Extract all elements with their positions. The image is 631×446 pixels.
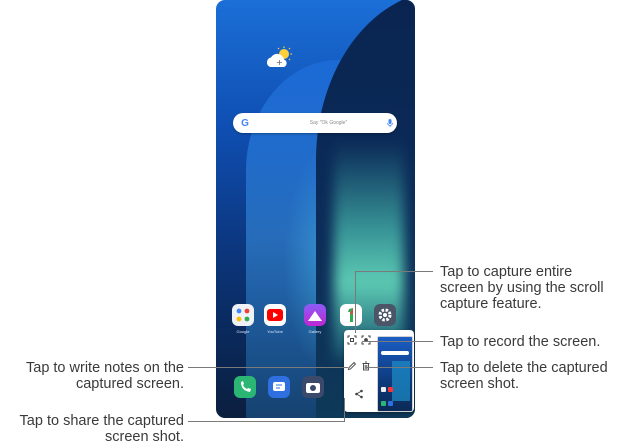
callout-line-scroll-capture bbox=[355, 271, 433, 272]
callout-write-notes: Tap to write notes on the captured scree… bbox=[8, 360, 184, 392]
delete-icon[interactable] bbox=[360, 360, 372, 372]
callout-record: Tap to record the screen. bbox=[440, 334, 601, 350]
app-label-google: Google bbox=[236, 329, 250, 334]
callout-scroll-capture-line1: Tap to capture entire bbox=[440, 264, 573, 280]
share-icon[interactable] bbox=[353, 388, 365, 400]
app-label-youtube: YouTube bbox=[267, 329, 283, 334]
phone-screen: + G Say "Ok Google" Google YouTube Galle… bbox=[216, 0, 415, 418]
callout-line-share bbox=[188, 421, 344, 422]
scroll-capture-icon[interactable] bbox=[346, 334, 358, 346]
app-youtube[interactable] bbox=[264, 304, 286, 326]
callout-delete-line2: screen shot. bbox=[440, 376, 519, 392]
app-settings[interactable] bbox=[374, 304, 396, 326]
edit-icon[interactable] bbox=[346, 360, 358, 372]
callout-line-record bbox=[362, 341, 433, 342]
callout-delete: Tap to delete the captured screen shot. bbox=[440, 360, 608, 392]
app-gallery[interactable] bbox=[304, 304, 326, 326]
callout-share-line1: Tap to share the captured bbox=[19, 413, 184, 429]
app-google-folder[interactable] bbox=[232, 304, 254, 326]
callout-write-notes-line1: Tap to write notes on the bbox=[26, 360, 184, 376]
callout-line-delete bbox=[366, 367, 433, 368]
messages-app-icon[interactable] bbox=[268, 376, 290, 398]
callout-share: Tap to share the captured screen shot. bbox=[8, 413, 184, 445]
screen-capture-popup bbox=[344, 330, 414, 412]
record-icon[interactable] bbox=[360, 334, 372, 346]
search-placeholder: Say "Ok Google" bbox=[309, 120, 348, 126]
callout-scroll-capture-line3: capture feature. bbox=[440, 296, 542, 312]
callout-line-share-vert bbox=[344, 398, 345, 422]
callout-line-scroll-capture-vert bbox=[355, 271, 356, 333]
callout-delete-line1: Tap to delete the captured bbox=[440, 360, 608, 376]
wallpaper-aurora bbox=[334, 140, 404, 360]
app-google-one[interactable] bbox=[340, 304, 362, 326]
callout-share-line2: screen shot. bbox=[105, 429, 184, 445]
callout-scroll-capture: Tap to capture entire screen by using th… bbox=[440, 264, 604, 312]
svg-text:+: + bbox=[276, 58, 283, 67]
google-search-bar[interactable]: G Say "Ok Google" bbox=[233, 113, 397, 133]
app-label-gallery: Gallery bbox=[308, 329, 322, 334]
microphone-icon[interactable] bbox=[383, 116, 397, 130]
captured-screenshot-thumbnail[interactable] bbox=[377, 336, 413, 412]
callout-write-notes-line2: captured screen. bbox=[75, 376, 184, 392]
camera-app-icon[interactable] bbox=[302, 376, 324, 398]
callout-line-write-notes bbox=[188, 367, 348, 368]
google-logo-icon: G bbox=[241, 117, 249, 129]
phone-app-icon[interactable] bbox=[234, 376, 256, 398]
weather-icon[interactable]: + bbox=[264, 46, 294, 70]
callout-scroll-capture-line2: screen by using the scroll bbox=[440, 280, 604, 296]
